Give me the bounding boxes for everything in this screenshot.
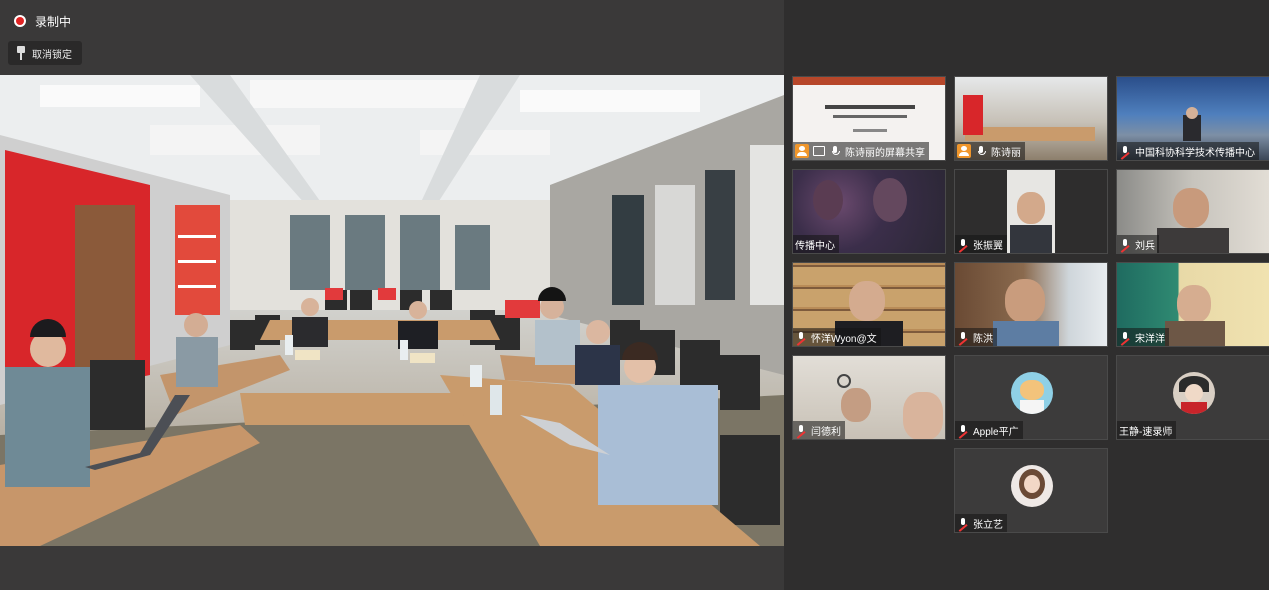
participant-name: 陈诗丽	[991, 147, 1021, 159]
tile-namebar: 中国科协科学技术传播中心	[1117, 142, 1259, 160]
video-tile[interactable]: 陈诗丽的屏幕共享	[792, 76, 946, 161]
tile-namebar: 张立艺	[955, 514, 1007, 532]
participant-name: 张立艺	[973, 519, 1003, 531]
screen-share-icon	[813, 146, 825, 156]
video-tile[interactable]: 闫德利	[792, 355, 946, 440]
video-tile[interactable]: Apple平广	[954, 355, 1108, 440]
tile-namebar: 张振翼	[955, 235, 1007, 253]
tile-namebar: 刘兵	[1117, 235, 1159, 253]
video-tile[interactable]: 怀洋Wyon@文	[792, 262, 946, 347]
video-tile[interactable]: 张立艺	[954, 448, 1108, 533]
pinned-video[interactable]	[0, 75, 784, 546]
participant-name: 陈洪	[973, 333, 993, 345]
avatar	[1011, 465, 1053, 507]
gallery-panel: 陈诗丽的屏幕共享 陈诗丽 中国科协科学技术传播中心 传播中心 张振翼 刘兵 怀洋…	[784, 0, 1269, 590]
record-icon	[14, 15, 26, 27]
tile-namebar: 宋洋洋	[1117, 328, 1169, 346]
recording-indicator: 录制中	[14, 12, 71, 30]
video-tile[interactable]: 陈诗丽	[954, 76, 1108, 161]
participant-name: 中国科协科学技术传播中心	[1135, 147, 1255, 159]
video-tile[interactable]: 王静-速录师	[1116, 355, 1269, 440]
participant-name: 王静-速录师	[1119, 426, 1173, 438]
mic-muted-icon	[1119, 331, 1131, 343]
participant-name: 闫德利	[811, 426, 841, 438]
video-tile[interactable]: 中国科协科学技术传播中心	[1116, 76, 1269, 161]
mic-icon	[829, 145, 841, 157]
host-icon	[957, 144, 971, 158]
mic-icon	[975, 145, 987, 157]
tile-namebar: 陈诗丽	[955, 142, 1025, 160]
tile-namebar: 陈洪	[955, 328, 997, 346]
tile-namebar: 陈诗丽的屏幕共享	[793, 142, 929, 160]
avatar	[1173, 372, 1215, 414]
unpin-button[interactable]: 取消锁定	[8, 41, 82, 65]
mic-muted-icon	[1119, 145, 1131, 157]
tile-namebar: 闫德利	[793, 421, 845, 439]
tile-namebar: Apple平广	[955, 421, 1023, 439]
participant-name: 刘兵	[1135, 240, 1155, 252]
tile-namebar: 传播中心	[793, 235, 839, 253]
tile-namebar: 怀洋Wyon@文	[793, 328, 881, 346]
mic-muted-icon	[957, 517, 969, 529]
video-tile[interactable]: 陈洪	[954, 262, 1108, 347]
mic-muted-icon	[1119, 238, 1131, 250]
unpin-label: 取消锁定	[32, 49, 72, 61]
video-tile[interactable]: 张振翼	[954, 169, 1108, 254]
participant-name: 陈诗丽的屏幕共享	[845, 147, 925, 159]
host-icon	[795, 144, 809, 158]
mic-muted-icon	[957, 331, 969, 343]
video-tile[interactable]: 宋洋洋	[1116, 262, 1269, 347]
participant-name: 怀洋Wyon@文	[811, 333, 877, 345]
mic-muted-icon	[795, 331, 807, 343]
participant-name: 传播中心	[795, 240, 835, 252]
meeting-room-scene	[0, 75, 784, 546]
participant-name: 张振翼	[973, 240, 1003, 252]
mic-muted-icon	[957, 424, 969, 436]
pin-icon	[16, 46, 26, 60]
video-tile[interactable]: 刘兵	[1116, 169, 1269, 254]
participant-name: Apple平广	[973, 426, 1019, 438]
avatar	[1011, 372, 1053, 414]
mic-muted-icon	[795, 424, 807, 436]
tile-namebar: 王静-速录师	[1117, 421, 1177, 439]
participant-name: 宋洋洋	[1135, 333, 1165, 345]
mic-muted-icon	[957, 238, 969, 250]
video-tile[interactable]: 传播中心	[792, 169, 946, 254]
recording-label: 录制中	[35, 14, 72, 29]
